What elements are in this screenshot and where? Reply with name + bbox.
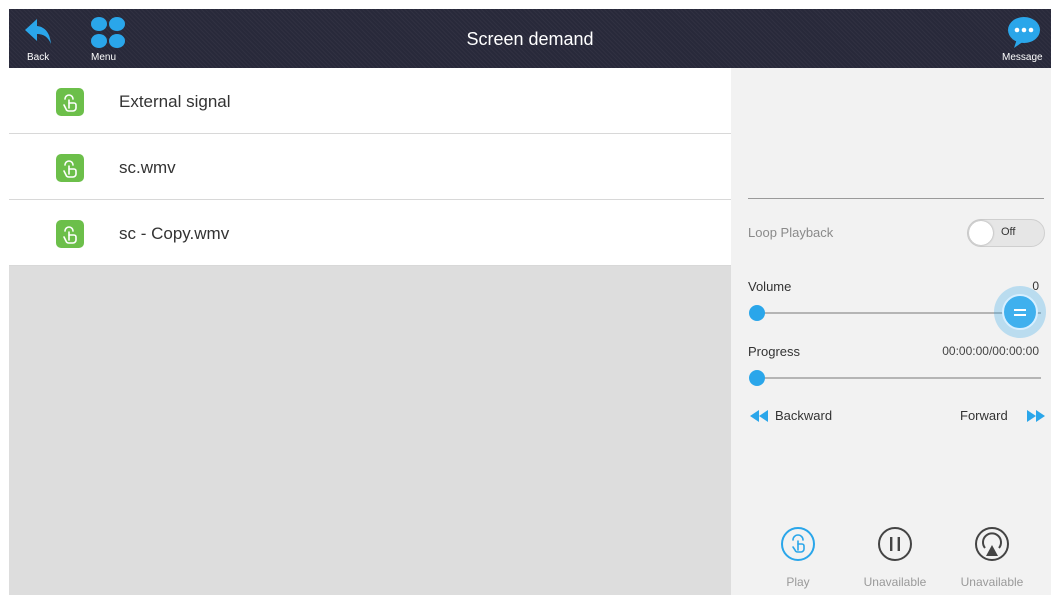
touch-hand-icon <box>56 220 84 248</box>
progress-slider[interactable] <box>755 377 1041 379</box>
progress-slider-thumb[interactable] <box>749 370 765 386</box>
play-touch-icon <box>781 527 815 561</box>
screen-cast-button[interactable]: Unavailable <box>952 526 1032 594</box>
volume-label: Volume <box>748 279 792 294</box>
pause-label: Unavailable <box>863 575 927 589</box>
touch-hand-icon <box>56 88 84 116</box>
play-button[interactable]: Play <box>758 526 838 594</box>
list-item[interactable]: sc - Copy.wmv <box>9 200 731 266</box>
list-item-label: sc - Copy.wmv <box>119 224 230 243</box>
source-list: External signal sc.wmv sc - Copy.wmv <box>9 68 731 595</box>
message-label: Message <box>1002 52 1043 63</box>
title-bar: Back Menu Screen demand Message <box>9 9 1051 68</box>
forward-label: Forward <box>960 408 1008 423</box>
loop-playback-toggle[interactable]: Off <box>967 219 1045 247</box>
pause-icon <box>878 527 912 561</box>
volume-slider-thumb[interactable] <box>749 305 765 321</box>
rewind-icon <box>750 410 768 422</box>
list-item-label: External signal <box>119 92 231 111</box>
progress-label: Progress <box>748 344 801 359</box>
divider <box>748 198 1044 199</box>
fast-forward-icon <box>1027 410 1045 422</box>
progress-time: 00:00:00/00:00:00 <box>942 344 1039 358</box>
touch-hand-icon <box>56 154 84 182</box>
floating-menu-icon <box>1002 294 1038 330</box>
list-item[interactable]: sc.wmv <box>9 134 731 200</box>
back-label: Back <box>27 52 50 63</box>
page-title: Screen demand <box>466 29 594 49</box>
list-item-label: sc.wmv <box>119 158 176 177</box>
floating-assistive-button[interactable] <box>994 286 1046 338</box>
backward-label: Backward <box>775 408 833 423</box>
pause-button[interactable]: Unavailable <box>855 526 935 594</box>
forward-button[interactable]: Forward <box>960 407 1046 429</box>
message-button[interactable]: Message <box>999 9 1051 68</box>
toggle-knob <box>969 221 993 245</box>
cast-label: Unavailable <box>960 575 1024 589</box>
list-item[interactable]: External signal <box>9 68 731 134</box>
toggle-state: Off <box>1001 226 1016 238</box>
screen-cast-icon <box>975 527 1009 561</box>
chat-bubble-icon <box>1008 17 1040 48</box>
loop-playback-label: Loop Playback <box>748 225 834 240</box>
app-window: Back Menu Screen demand Message External… <box>9 9 1051 595</box>
play-label: Play <box>786 575 810 589</box>
menu-label: Menu <box>91 52 117 63</box>
